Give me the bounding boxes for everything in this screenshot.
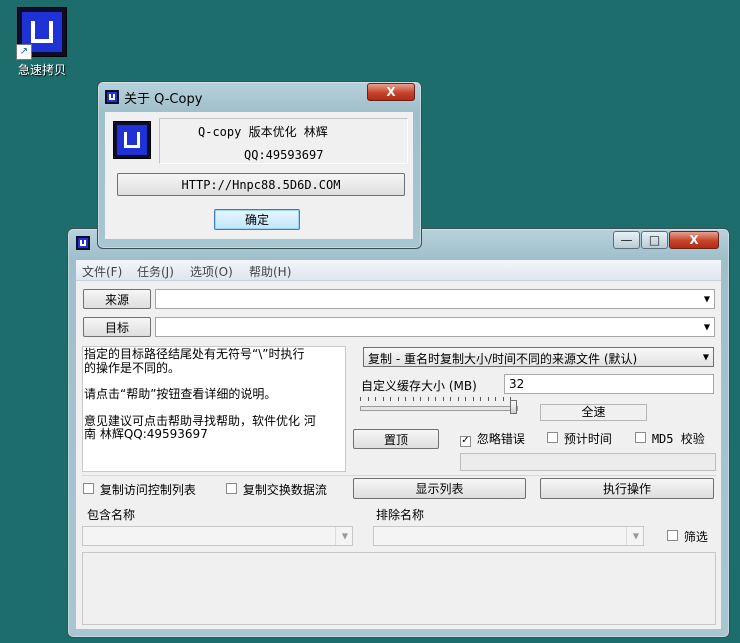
desktop-icon-label: 急速拷贝 xyxy=(17,63,66,77)
info-line: 意见建议可点击帮助寻找帮助，软件优化 河 xyxy=(84,413,316,428)
slider-tick xyxy=(382,397,384,401)
info-line: 请点击“帮助”按钮查看详细的说明。 xyxy=(84,387,277,401)
dropdown-arrow-icon: ▼ xyxy=(702,352,709,362)
slider-tick xyxy=(435,397,436,401)
include-names-combobox[interactable]: ▼ xyxy=(82,526,353,546)
minimize-button[interactable]: — xyxy=(613,231,640,249)
main-client-area: 文件(F) 任务(J) 选项(O) 帮助(H) 来源 ▼ 目标 ▼ 指定的目标路… xyxy=(76,260,721,629)
estimate-time-label: 预计时间 xyxy=(563,432,612,446)
dropdown-arrow-icon: ▼ xyxy=(632,531,639,541)
ok-button[interactable]: 确定 xyxy=(214,209,300,230)
slider-tick xyxy=(457,397,459,401)
website-link-button[interactable]: HTTP://Hnpc88.5D6D.COM xyxy=(117,173,405,196)
close-button[interactable]: X xyxy=(669,231,719,249)
dropdown-arrow-icon: ▼ xyxy=(703,294,710,304)
copy-mode-value: 复制 - 重名时复制大小/时间不同的来源文件 (默认) xyxy=(368,352,638,366)
exclude-names-combobox[interactable]: ▼ xyxy=(373,526,644,546)
execute-button[interactable]: 执行操作 xyxy=(540,478,714,499)
filter-checkbox[interactable]: 筛选 xyxy=(667,528,708,545)
about-info-box: Q-copy 版本优化 林辉 QQ:49593697 xyxy=(159,118,408,164)
slider-tick xyxy=(405,397,406,401)
filter-label: 筛选 xyxy=(683,530,708,544)
buffer-size-value: 32 xyxy=(509,377,525,391)
info-line xyxy=(84,402,344,415)
maximize-button[interactable]: □ xyxy=(641,231,668,249)
ignore-errors-checkbox[interactable]: ✓ 忽略错误 xyxy=(460,430,525,447)
menu-options[interactable]: 选项(O) xyxy=(190,263,233,280)
ignore-errors-label: 忽略错误 xyxy=(476,432,525,446)
slider-tick xyxy=(412,397,414,401)
md5-check-label: MD5 校验 xyxy=(651,432,705,446)
slider-tick xyxy=(375,397,376,401)
checkbox-box xyxy=(83,483,94,494)
slider-tick xyxy=(487,397,489,401)
slider-tick xyxy=(465,397,466,401)
include-names-label: 包含名称 xyxy=(87,508,136,522)
speed-slider-thumb[interactable] xyxy=(510,400,517,414)
menu-file[interactable]: 文件(F) xyxy=(82,263,122,280)
show-list-button[interactable]: 显示列表 xyxy=(353,478,526,499)
copy-streams-label: 复制交换数据流 xyxy=(242,483,327,497)
menu-help[interactable]: 帮助(H) xyxy=(249,263,291,280)
slider-tick xyxy=(427,397,429,401)
speed-value-label: 全速 xyxy=(581,405,606,419)
checkbox-box: ✓ xyxy=(460,435,471,447)
info-line: 指定的目标路径结尾处有无符号“\”时执行 xyxy=(84,347,305,361)
shortcut-arrow-icon: ↗ xyxy=(16,44,32,60)
copy-mode-select[interactable]: 复制 - 重名时复制大小/时间不同的来源文件 (默认) ▼ xyxy=(363,347,714,367)
slider-tick xyxy=(360,397,361,401)
buffer-size-label: 自定义缓存大小 (MB) xyxy=(361,379,477,393)
file-list-area[interactable] xyxy=(82,552,716,625)
source-button[interactable]: 来源 xyxy=(83,289,151,309)
slider-tick xyxy=(390,397,391,401)
copy-acl-checkbox[interactable]: 复制访问控制列表 xyxy=(83,481,196,498)
about-app-icon xyxy=(113,121,151,159)
dropdown-arrow-icon: ▼ xyxy=(341,531,348,541)
source-path-value xyxy=(156,290,159,304)
buffer-size-input[interactable]: 32 xyxy=(504,374,714,394)
target-button[interactable]: 目标 xyxy=(83,317,151,337)
slider-tick xyxy=(420,397,421,401)
target-path-combobox[interactable]: ▼ xyxy=(155,317,715,337)
slider-tick xyxy=(450,397,451,401)
dropdown-arrow-icon: ▼ xyxy=(703,322,710,332)
speed-slider[interactable] xyxy=(358,397,520,417)
target-path-value xyxy=(156,318,159,332)
slider-tick xyxy=(495,397,496,401)
about-dialog: 关于 Q-Copy X Q-copy 版本优化 林辉 QQ:49593697 H… xyxy=(97,81,422,249)
checkbox-box xyxy=(547,432,558,443)
slider-tick xyxy=(397,397,399,401)
desktop-shortcut-qcopy[interactable]: ↗ 急速拷贝 xyxy=(14,7,70,79)
speed-value-box: 全速 xyxy=(540,404,647,421)
slider-tick xyxy=(442,397,444,401)
estimate-time-checkbox[interactable]: 预计时间 xyxy=(547,430,612,447)
exclude-names-label: 排除名称 xyxy=(376,508,425,522)
always-on-top-button[interactable]: 置顶 xyxy=(353,429,439,449)
about-client-area: Q-copy 版本优化 林辉 QQ:49593697 HTTP://Hnpc88… xyxy=(105,112,413,239)
about-logo-icon xyxy=(105,90,119,104)
slider-tick xyxy=(480,397,481,401)
divider xyxy=(82,475,716,476)
info-text-panel: 指定的目标路径结尾处有无符号“\”时执行 的操作是不同的。 请点击“帮助”按钮查… xyxy=(82,346,346,472)
copy-acl-label: 复制访问控制列表 xyxy=(99,483,196,497)
source-path-combobox[interactable]: ▼ xyxy=(155,289,715,309)
about-title: 关于 Q-Copy xyxy=(124,92,203,107)
progress-bar xyxy=(460,453,716,471)
checkbox-box xyxy=(667,530,678,541)
info-line: 的操作是不同的。 xyxy=(84,360,181,375)
slider-tick xyxy=(367,397,369,401)
app-logo-icon xyxy=(76,236,90,250)
md5-check-checkbox[interactable]: MD5 校验 xyxy=(635,430,705,447)
checkbox-box xyxy=(226,483,237,494)
checkbox-box xyxy=(635,432,646,443)
about-close-button[interactable]: X xyxy=(367,83,415,101)
main-window: — □ X 文件(F) 任务(J) 选项(O) 帮助(H) 来源 ▼ 目标 ▼ … xyxy=(67,228,730,638)
slider-tick xyxy=(472,397,474,401)
about-credit-line: Q-copy 版本优化 林辉 xyxy=(198,125,328,139)
slider-tick xyxy=(502,397,504,401)
copy-streams-checkbox[interactable]: 复制交换数据流 xyxy=(226,481,327,498)
info-line: 南 林辉QQ:49593697 xyxy=(84,427,208,441)
menu-task[interactable]: 任务(J) xyxy=(137,263,174,280)
about-qq-line: QQ:49593697 xyxy=(244,148,324,162)
